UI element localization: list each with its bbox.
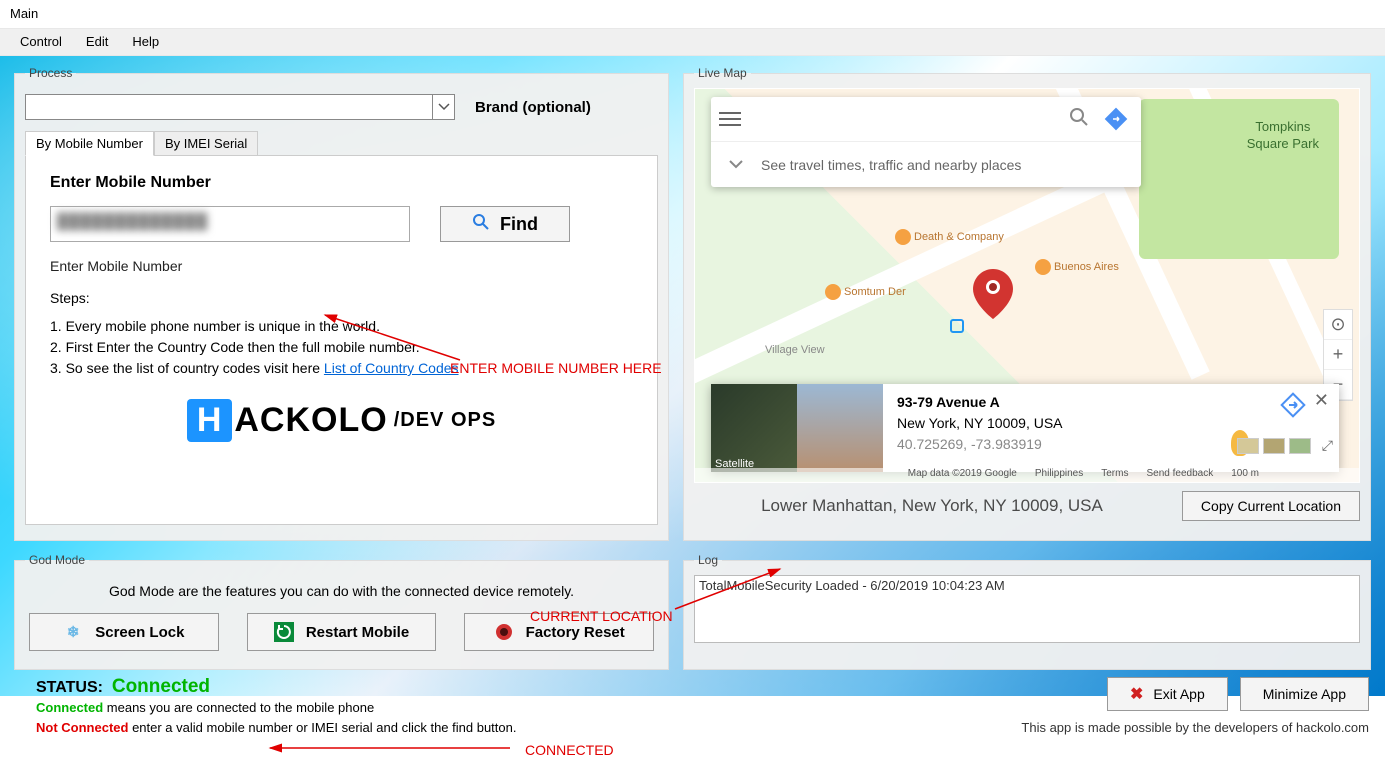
poi-village-view: Village View xyxy=(765,344,825,356)
menu-control[interactable]: Control xyxy=(8,28,74,56)
step-2: 2. First Enter the Country Code then the… xyxy=(50,337,633,358)
find-button[interactable]: Find xyxy=(440,206,570,242)
log-panel: Log TotalMobileSecurity Loaded - 6/20/20… xyxy=(683,553,1371,670)
step-1: 1. Every mobile phone number is unique i… xyxy=(50,316,633,337)
map-pin-icon xyxy=(973,269,1013,324)
recenter-icon[interactable]: ⊙ xyxy=(1324,310,1352,340)
steps-list: 1. Every mobile phone number is unique i… xyxy=(50,316,633,379)
log-textarea[interactable]: TotalMobileSecurity Loaded - 6/20/2019 1… xyxy=(694,575,1360,643)
brand-combo[interactable] xyxy=(25,94,455,120)
credit: This app is made possible by the develop… xyxy=(1021,720,1369,735)
poi-somtum: Somtum Der xyxy=(825,284,906,300)
screen-lock-button[interactable]: ❄ Screen Lock xyxy=(29,613,219,651)
god-mode-panel: God Mode God Mode are the features you c… xyxy=(14,553,669,670)
menu-edit[interactable]: Edit xyxy=(74,28,120,56)
close-icon: ✖ xyxy=(1130,684,1143,704)
input-hint: Enter Mobile Number xyxy=(50,258,633,274)
status-value: Connected xyxy=(112,676,210,697)
park-label: Tompkins Square Park xyxy=(1247,119,1319,153)
log-legend: Log xyxy=(694,553,722,567)
snowflake-icon: ❄ xyxy=(63,622,83,642)
streetview-thumb[interactable] xyxy=(797,384,883,472)
god-desc: God Mode are the features you can do wit… xyxy=(25,575,658,613)
expand-icon[interactable]: ⤢ xyxy=(1322,437,1333,454)
chevron-down-icon[interactable] xyxy=(432,95,454,119)
poi-buenos-aires: Buenos Aires xyxy=(1035,259,1119,275)
restart-icon xyxy=(274,622,294,642)
process-legend: Process xyxy=(25,66,76,80)
menu-bar: Control Edit Help xyxy=(0,28,1385,56)
mobile-number-input[interactable]: █████████████ xyxy=(50,206,410,242)
map-search-hint[interactable]: See travel times, traffic and nearby pla… xyxy=(761,157,1021,173)
search-icon xyxy=(472,213,490,236)
tab-by-imei[interactable]: By IMEI Serial xyxy=(154,131,258,156)
step-3: 3. So see the list of country codes visi… xyxy=(50,358,633,379)
zoom-in-button[interactable]: + xyxy=(1324,340,1352,370)
tab-by-mobile[interactable]: By Mobile Number xyxy=(25,131,154,156)
find-label: Find xyxy=(500,214,538,235)
layer-chips[interactable] xyxy=(1237,438,1311,454)
restart-mobile-button[interactable]: Restart Mobile xyxy=(247,613,437,651)
menu-help[interactable]: Help xyxy=(120,28,171,56)
close-icon[interactable]: ✕ xyxy=(1314,390,1329,411)
coords: 40.725269, -73.983919 xyxy=(897,434,1063,455)
factory-reset-button[interactable]: Factory Reset xyxy=(464,613,654,651)
process-panel: Process Brand (optional) By Mobile Numbe… xyxy=(14,66,669,541)
bus-stop-icon xyxy=(950,319,964,333)
window-title: Main xyxy=(0,0,1385,28)
map-canvas[interactable]: Tompkins Square Park Death & Company Bue… xyxy=(694,88,1360,483)
enter-number-label: Enter Mobile Number xyxy=(50,174,633,192)
map-search-card: See travel times, traffic and nearby pla… xyxy=(711,97,1141,187)
steps-label: Steps: xyxy=(50,290,633,306)
poi-death-company: Death & Company xyxy=(895,229,1004,245)
exit-app-button[interactable]: ✖ Exit App xyxy=(1107,677,1228,711)
stop-icon xyxy=(494,622,514,642)
addr-line2: New York, NY 10009, USA xyxy=(897,413,1063,434)
god-legend: God Mode xyxy=(25,553,89,567)
country-codes-link[interactable]: List of Country Codes xyxy=(324,360,459,376)
menu-icon[interactable] xyxy=(719,112,741,126)
map-info-card: Satellite 93-79 Avenue A New York, NY 10… xyxy=(711,384,1339,472)
directions-icon[interactable] xyxy=(1099,102,1133,136)
directions-icon[interactable] xyxy=(1278,390,1308,425)
brand-label: Brand (optional) xyxy=(475,99,591,116)
current-location: Lower Manhattan, New York, NY 10009, USA xyxy=(694,496,1170,516)
logo: HACKOLO/DEV OPS xyxy=(50,399,633,442)
chevron-down-icon[interactable] xyxy=(729,157,743,173)
addr-line1: 93-79 Avenue A xyxy=(897,392,1063,413)
copy-location-button[interactable]: Copy Current Location xyxy=(1182,491,1360,521)
search-icon[interactable] xyxy=(1069,107,1089,132)
map-legend: Live Map xyxy=(694,66,751,80)
satellite-thumb[interactable]: Satellite xyxy=(711,384,797,472)
minimize-app-button[interactable]: Minimize App xyxy=(1240,677,1369,711)
map-meta: Map data ©2019 GooglePhilippinesTermsSen… xyxy=(695,468,1359,482)
map-panel: Live Map Tompkins Square Park Death & Co… xyxy=(683,66,1371,541)
